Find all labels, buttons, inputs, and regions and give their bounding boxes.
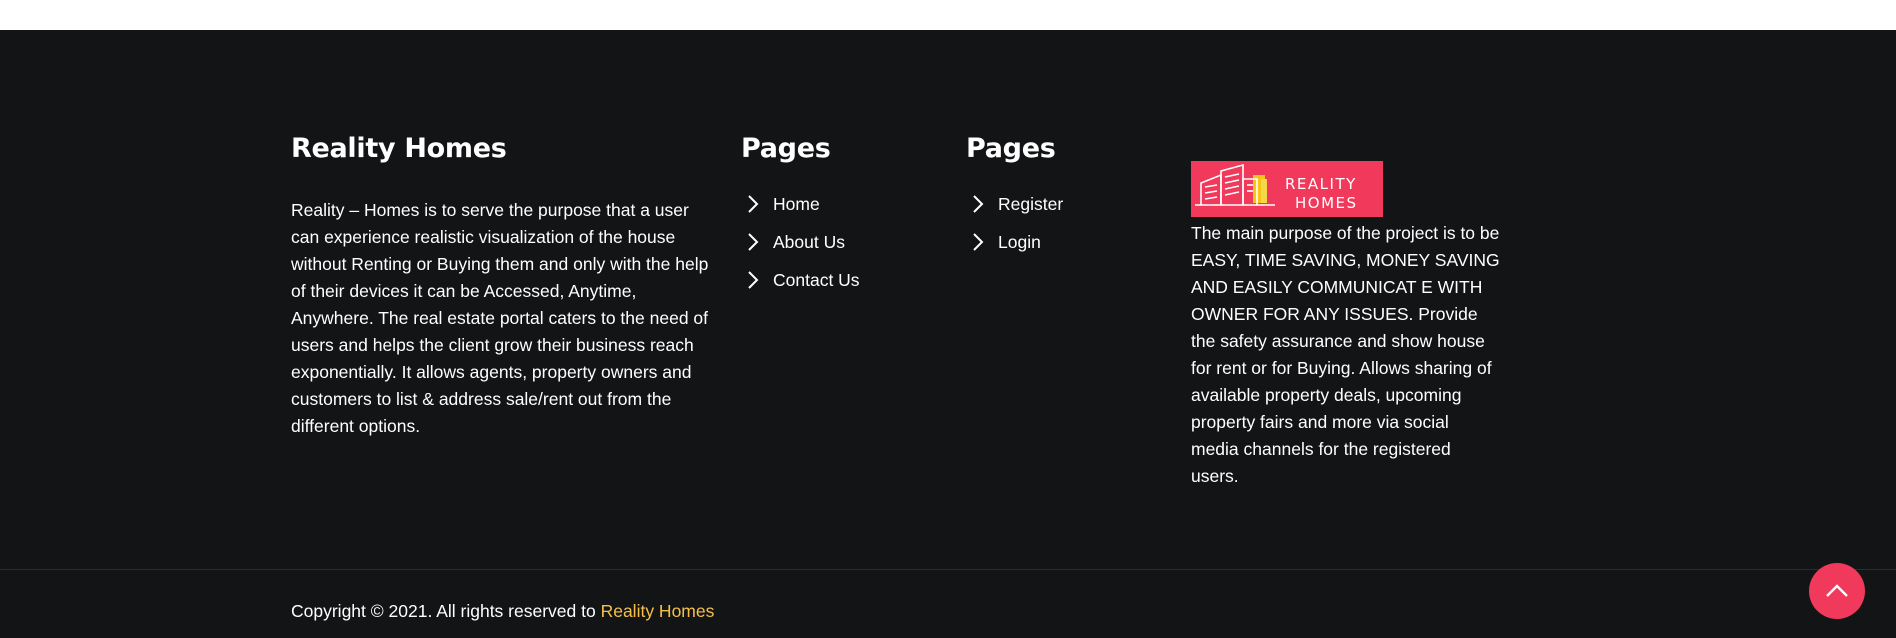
building-logo-icon: REALITY HOMES — [1195, 163, 1358, 212]
footer-link-label: Login — [998, 231, 1041, 252]
svg-text:REALITY: REALITY — [1285, 175, 1357, 193]
footer-link-register[interactable]: Register — [966, 185, 1166, 223]
footer-link-contact-us[interactable]: Contact Us — [741, 261, 941, 299]
footer-account-column: Pages Register Login — [966, 131, 1166, 261]
footer-brand-column: REALITY HOMES The main purpose of the pr… — [1191, 161, 1501, 490]
footer-pages-title: Pages — [741, 133, 831, 164]
footer-link-label: About Us — [773, 231, 845, 252]
footer-account-title: Pages — [966, 133, 1056, 164]
copyright-text: Copyright © 2021. All rights reserved to… — [291, 601, 714, 622]
footer-divider — [0, 569, 1896, 570]
chevron-right-icon — [973, 233, 984, 251]
chevron-up-icon — [1826, 584, 1848, 597]
chevron-right-icon — [748, 233, 759, 251]
footer-link-label: Register — [998, 193, 1064, 214]
reality-homes-logo: REALITY HOMES — [1191, 161, 1383, 217]
footer-about-column: Reality Homes Reality – Homes is to serv… — [291, 131, 711, 440]
footer-link-home[interactable]: Home — [741, 185, 941, 223]
footer-pages-column: Pages Home About Us Contact Us — [741, 131, 941, 299]
copyright-link[interactable]: Reality Homes — [601, 601, 715, 621]
footer-pages-list: Home About Us Contact Us — [741, 185, 941, 299]
footer-brand-text: The main purpose of the project is to be… — [1191, 223, 1500, 486]
site-footer: Reality Homes Reality – Homes is to serv… — [0, 30, 1896, 638]
chevron-right-icon — [748, 195, 759, 213]
chevron-right-icon — [973, 195, 984, 213]
footer-about-title: Reality Homes — [291, 133, 507, 164]
chevron-right-icon — [748, 271, 759, 289]
copyright-prefix: Copyright © 2021. All rights reserved to — [291, 601, 601, 621]
footer-account-list: Register Login — [966, 185, 1166, 261]
footer-link-label: Home — [773, 193, 820, 214]
footer-link-about-us[interactable]: About Us — [741, 223, 941, 261]
back-to-top-button[interactable] — [1809, 563, 1865, 619]
footer-about-text: Reality – Homes is to serve the purpose … — [291, 200, 709, 436]
footer-link-label: Contact Us — [773, 269, 860, 290]
footer-link-login[interactable]: Login — [966, 223, 1166, 261]
svg-text:HOMES: HOMES — [1295, 194, 1358, 212]
